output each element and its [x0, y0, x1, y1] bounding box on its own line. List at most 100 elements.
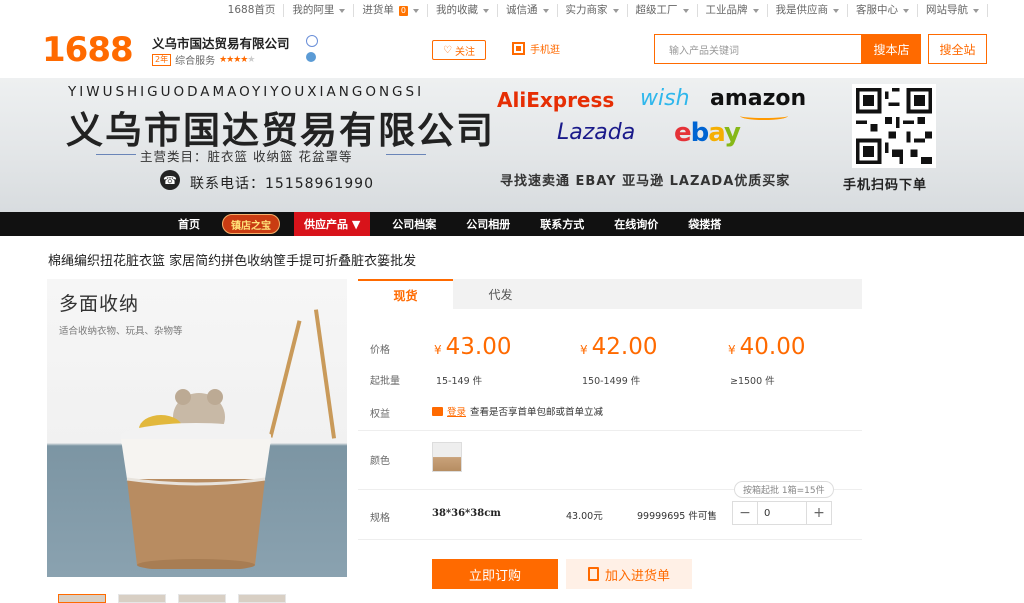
- phone-icon: ☎: [160, 170, 180, 190]
- aliexpress-logo: AliExpress: [497, 88, 615, 112]
- verified-icon[interactable]: [306, 35, 318, 47]
- tab-dropship[interactable]: 代发: [453, 279, 548, 309]
- gallery-headline: 多面收纳: [59, 293, 140, 315]
- lazada-logo: Lazada: [557, 120, 636, 145]
- topnav-site-nav[interactable]: 网站导航: [918, 4, 988, 17]
- topnav-label: 我的阿里: [292, 4, 335, 16]
- topnav-my-alibaba[interactable]: 我的阿里: [284, 4, 355, 17]
- nav-company-profile[interactable]: 公司档案: [384, 212, 444, 236]
- shield-icon: [306, 52, 316, 62]
- company-meta: 2年 综合服务 ★★★★★: [152, 52, 255, 67]
- topnav-service-center[interactable]: 客服中心: [848, 4, 918, 17]
- banner-phone: 联系电话：15158961990: [190, 176, 374, 192]
- price-tier-1: ¥43.00: [434, 334, 512, 360]
- shop-banner: YIWUSHIGUODAMAOYIYOUXIANGONGSI 义乌市国达贸易有限…: [0, 78, 1024, 212]
- topnav-label: 进货单: [362, 4, 394, 16]
- add-to-cart-label: 加入进货单: [604, 568, 670, 584]
- nav-album[interactable]: 公司相册: [458, 212, 518, 236]
- spec-price: 43.00元: [566, 511, 603, 522]
- follow-button[interactable]: ♡ 关注: [432, 40, 486, 60]
- currency-symbol: ¥: [580, 343, 588, 357]
- benefit-label: 权益: [370, 409, 390, 420]
- login-link[interactable]: 登录: [447, 404, 466, 418]
- topnav-trustpass[interactable]: 诚信通: [498, 4, 558, 17]
- chevron-down-icon: [483, 8, 489, 13]
- topnav-label: 工业品牌: [705, 4, 748, 16]
- nav-inquiry[interactable]: 在线询价: [606, 212, 666, 236]
- heart-icon: ♡: [443, 44, 452, 56]
- thumbnail[interactable]: [118, 594, 166, 603]
- chair-leg-shape: [268, 320, 302, 438]
- search-input[interactable]: 输入产品关键词: [654, 34, 862, 64]
- product-main-image[interactable]: 多面收纳 适合收纳衣物、玩具、杂物等: [47, 279, 347, 577]
- chevron-down-icon: [833, 8, 839, 13]
- box-hint-tooltip: 按箱起批 1箱=15件: [734, 481, 834, 498]
- topnav-power-merchant[interactable]: 实力商家: [558, 4, 628, 17]
- mobile-browse-link[interactable]: 手机逛: [512, 41, 560, 56]
- coupon-icon: [432, 406, 443, 416]
- add-to-cart-button[interactable]: 加入进货单: [566, 559, 692, 589]
- topnav-label: 超级工厂: [635, 4, 678, 16]
- topnav-home[interactable]: 1688首页: [220, 4, 285, 17]
- topnav-favorites[interactable]: 我的收藏: [428, 4, 498, 17]
- topnav-supplier[interactable]: 我是供应商: [768, 4, 848, 17]
- shop-header: 1688 义乌市国达贸易有限公司 2年 综合服务 ★★★★★ ♡ 关注 手机逛 …: [0, 22, 1024, 78]
- chevron-down-icon: [339, 8, 346, 13]
- shop-main-nav: 首页 镇店之宝 供应产品 ▼ 公司档案 公司相册 联系方式 在线询价 袋搂搭: [0, 212, 1024, 236]
- spec-stock: 99999695 件可售: [637, 511, 717, 522]
- company-name[interactable]: 义乌市国达贸易有限公司: [152, 33, 290, 52]
- banner-slogan: 寻找速卖通 EBAY 亚马逊 LAZADA优质买家: [500, 174, 791, 189]
- price-tier-2: ¥42.00: [580, 334, 658, 360]
- product-title: 棉绳编织扭花脏衣篮 家居简约拼色收纳筐手提可折叠脏衣篓批发: [48, 254, 417, 269]
- thumbnail[interactable]: [58, 594, 106, 603]
- service-label: 综合服务: [175, 56, 216, 67]
- nav-contact[interactable]: 联系方式: [532, 212, 592, 236]
- nav-home[interactable]: 首页: [170, 212, 208, 236]
- gallery-subtitle: 适合收纳衣物、玩具、杂物等: [59, 326, 183, 337]
- divider: [358, 430, 862, 431]
- rating-stars-icon: ★★★★★: [219, 54, 255, 65]
- nav-treasure[interactable]: 镇店之宝: [222, 214, 280, 234]
- search-all-button[interactable]: 搜全站: [928, 34, 987, 64]
- ebay-letter: b: [690, 118, 710, 148]
- chevron-down-icon: [612, 8, 619, 13]
- thumbnail[interactable]: [178, 594, 226, 603]
- quantity-increase-button[interactable]: +: [807, 502, 831, 524]
- ebay-letter: y: [724, 118, 741, 148]
- amazon-logo: amazon: [710, 86, 807, 111]
- topnav-label: 网站导航: [926, 4, 968, 16]
- buy-now-button[interactable]: 立即订购: [432, 559, 558, 589]
- search-shop-button[interactable]: 搜本店: [862, 34, 921, 64]
- topnav-cart[interactable]: 进货单 0: [354, 4, 428, 17]
- divider: [96, 154, 136, 155]
- price-value: 40.00: [739, 334, 806, 360]
- topnav-label: 我的收藏: [436, 4, 478, 16]
- quantity-decrease-button[interactable]: −: [733, 502, 757, 524]
- site-logo[interactable]: 1688: [42, 30, 134, 70]
- quantity-stepper: − 0 +: [732, 501, 832, 525]
- chevron-down-icon: [752, 8, 759, 13]
- ebay-letter: e: [674, 118, 692, 148]
- divider: [358, 539, 862, 540]
- chair-leg-shape: [313, 309, 337, 439]
- topnav-super-factory[interactable]: 超级工厂: [628, 4, 698, 17]
- price-tier-3: ¥40.00: [728, 334, 806, 360]
- banner-pinyin: YIWUSHIGUODAMAOYIYOUXIANGONGSI: [68, 84, 425, 100]
- nav-bags[interactable]: 袋搂搭: [680, 212, 729, 236]
- thumbnail-strip: [58, 594, 286, 603]
- thumbnail[interactable]: [238, 594, 286, 603]
- tab-in-stock[interactable]: 现货: [358, 279, 453, 309]
- benefit-text: 查看是否享首单包邮或首单立减: [470, 407, 604, 418]
- quantity-input[interactable]: 0: [757, 502, 807, 524]
- currency-symbol: ¥: [728, 343, 736, 357]
- topnav-label: 1688首页: [227, 4, 276, 16]
- qr-code-icon: [852, 84, 936, 168]
- color-option-swatch[interactable]: [432, 442, 462, 472]
- spec-label: 规格: [370, 513, 390, 524]
- topnav-industrial-brand[interactable]: 工业品牌: [698, 4, 768, 17]
- topnav-label: 我是供应商: [775, 4, 829, 16]
- ebay-letter: a: [708, 118, 725, 148]
- wish-logo: wish: [640, 86, 690, 111]
- nav-products[interactable]: 供应产品 ▼: [294, 212, 371, 236]
- mobile-label: 手机逛: [530, 45, 560, 56]
